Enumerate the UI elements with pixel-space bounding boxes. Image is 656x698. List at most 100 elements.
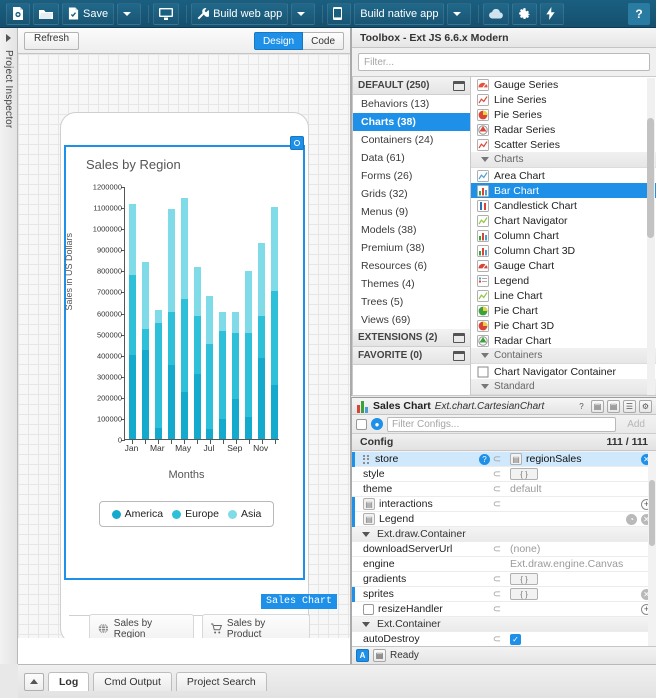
toolbox-item[interactable]: Radar Chart [471, 333, 656, 348]
help-icon[interactable]: ? [479, 454, 490, 465]
design-canvas[interactable]: Sales by Region Sales in US Dollars Mont… [18, 54, 350, 638]
config-scroll-thumb[interactable] [649, 480, 655, 546]
chart-bar[interactable] [168, 186, 175, 439]
config-group-row[interactable]: Ext.Container [352, 617, 656, 632]
component-settings-handle[interactable] [290, 136, 304, 150]
chart-bar[interactable] [258, 186, 265, 439]
toolbox-category-data[interactable]: Data (61) [353, 149, 470, 167]
add-event-icon[interactable]: ▤ [607, 400, 620, 413]
config-row-value-cell[interactable]: { } [504, 573, 656, 585]
config-filter-input[interactable]: Filter Configs... [387, 417, 616, 432]
config-row[interactable]: theme⊂default [352, 482, 656, 497]
config-row-value-cell[interactable]: { }✕ [504, 588, 656, 600]
config-row-value-cell[interactable]: default [504, 483, 656, 495]
config-group-row[interactable]: Ext.draw.Container [352, 527, 656, 542]
config-row[interactable]: ▤Legend◔✕ [352, 512, 656, 527]
toolbox-item[interactable]: Pie Series [471, 107, 656, 122]
help-button[interactable]: ? [628, 3, 650, 25]
toolbox-category-header[interactable]: DEFAULT (250) [353, 77, 470, 95]
toolbox-item[interactable]: Radar Series [471, 122, 656, 137]
save-menu-button[interactable] [117, 3, 141, 25]
chart-bar[interactable] [206, 186, 213, 439]
build-web-app-button[interactable]: Build web app [191, 3, 288, 25]
toolbox-item[interactable]: Draw Container [471, 395, 656, 396]
toolbox-category-forms[interactable]: Forms (26) [353, 167, 470, 185]
config-filter-active-icon[interactable]: ● [371, 418, 383, 430]
save-button[interactable]: Save [62, 3, 114, 25]
collapse-bottom-panel-button[interactable] [24, 673, 44, 691]
gear-icon[interactable]: ⚙ [639, 400, 652, 413]
config-row-checkbox[interactable]: ✓ [510, 634, 521, 645]
chart-bar[interactable] [181, 186, 188, 439]
build-native-app-button[interactable]: Build native app [354, 3, 444, 25]
lightning-button[interactable] [540, 3, 564, 25]
toolbox-category-premium[interactable]: Premium (38) [353, 239, 470, 257]
toolbox-item[interactable]: Pie Chart [471, 303, 656, 318]
toolbox-item[interactable]: Column Chart [471, 228, 656, 243]
toolbox-item[interactable]: Gauge Series [471, 77, 656, 92]
toolbox-group-header[interactable]: Standard [471, 379, 656, 395]
config-row[interactable]: autoDestroy⊂✓ [352, 632, 656, 646]
folder-icon[interactable] [453, 333, 465, 343]
config-row[interactable]: style⊂{ } [352, 467, 656, 482]
config-row-value-cell[interactable]: ✓ [504, 634, 656, 645]
phone-tab-sales-by-region[interactable]: Sales by Region [89, 614, 194, 639]
toolbox-category-containers[interactable]: Containers (24) [353, 131, 470, 149]
config-row[interactable]: resizeHandler⊂+ [352, 602, 656, 617]
toolbox-category-resources[interactable]: Resources (6) [353, 257, 470, 275]
app-screen[interactable]: Sales by Region Sales in US Dollars Mont… [64, 145, 305, 580]
config-row[interactable]: ▤interactions⊂+ [352, 497, 656, 512]
bottom-tab-cmd-output[interactable]: Cmd Output [93, 672, 172, 691]
toolbox-category-charts[interactable]: Charts (38) [353, 113, 470, 131]
toolbox-scrollbar[interactable] [647, 78, 655, 396]
tab-design[interactable]: Design [254, 32, 303, 50]
chart-legend[interactable]: AmericaEuropeAsia [99, 501, 274, 527]
preview-desktop-button[interactable] [153, 3, 179, 25]
config-row[interactable]: store?⊂▤regionSales✕ [352, 452, 656, 467]
config-row-value-cell[interactable]: { } [504, 468, 656, 480]
config-scrollbar[interactable] [648, 452, 656, 646]
toolbox-item[interactable]: Chart Navigator [471, 213, 656, 228]
status-analyzer-icon[interactable]: A [356, 649, 369, 662]
chart-bar[interactable] [245, 186, 252, 439]
config-row[interactable]: downloadServerUrl⊂(none) [352, 542, 656, 557]
config-row-checkbox[interactable] [363, 604, 374, 615]
bottom-tab-log[interactable]: Log [48, 672, 89, 691]
toolbox-category-behaviors[interactable]: Behaviors (13) [353, 95, 470, 113]
config-row[interactable]: sprites⊂{ }✕ [352, 587, 656, 602]
folder-icon[interactable] [453, 81, 465, 91]
toolbox-category-models[interactable]: Models (38) [353, 221, 470, 239]
toolbox-item[interactable]: Chart Navigator Container [471, 364, 656, 379]
toolbox-category-header[interactable]: FAVORITE (0) [353, 347, 470, 365]
phone-tab-sales-by-product[interactable]: Sales by Product [202, 614, 310, 639]
config-object-value-box[interactable]: { } [510, 588, 538, 600]
chart-bar[interactable] [129, 186, 136, 439]
chart-bar[interactable] [142, 186, 149, 439]
chart-bar[interactable] [232, 186, 239, 439]
config-row-value-cell[interactable]: ▤regionSales✕ [504, 453, 656, 465]
config-object-value-box[interactable]: { } [510, 573, 538, 585]
toolbox-category-views[interactable]: Views (69) [353, 311, 470, 329]
build-native-menu-button[interactable] [447, 3, 471, 25]
help-icon[interactable]: ? [575, 400, 588, 413]
status-export-icon[interactable]: ▤ [373, 649, 386, 662]
toolbox-item[interactable]: Line Series [471, 92, 656, 107]
toolbox-filter-input[interactable]: Filter... [358, 53, 650, 71]
chart-legend-item[interactable]: Europe [172, 508, 219, 520]
drag-handle-icon[interactable] [363, 455, 371, 464]
toolbox-item[interactable]: Scatter Series [471, 137, 656, 152]
tab-code[interactable]: Code [303, 32, 344, 50]
toolbox-item[interactable]: Bar Chart [471, 183, 656, 198]
toolbox-category-menus[interactable]: Menus (9) [353, 203, 470, 221]
config-row-value-cell[interactable]: (none) [504, 543, 656, 555]
list-icon[interactable]: ☰ [623, 400, 636, 413]
config-object-value-box[interactable]: { } [510, 468, 538, 480]
folder-add-icon[interactable] [453, 351, 465, 361]
chart-legend-item[interactable]: America [112, 508, 164, 520]
chart-bar[interactable] [155, 186, 162, 439]
chart[interactable]: Sales in US Dollars Months 0100000200000… [66, 179, 307, 489]
toolbox-scroll-thumb[interactable] [647, 118, 654, 238]
toolbox-item[interactable]: Gauge Chart [471, 258, 656, 273]
config-row-value-cell[interactable]: Ext.draw.engine.Canvas [504, 558, 656, 570]
cloud-button[interactable] [483, 3, 509, 25]
